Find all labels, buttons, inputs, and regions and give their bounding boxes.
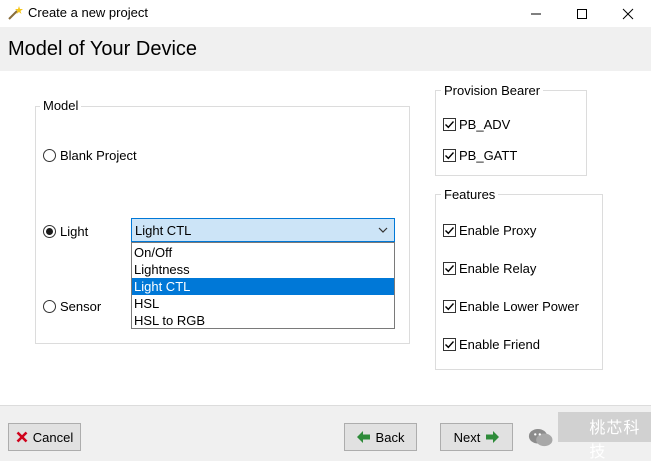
back-label: Back (375, 429, 405, 445)
checkmark-icon (445, 303, 455, 311)
checkmark-icon (445, 341, 455, 349)
maximize-button[interactable] (559, 0, 605, 27)
checkmark-icon (445, 227, 455, 235)
light-model-select[interactable]: Light CTL (131, 218, 395, 242)
checkbox-indicator (443, 118, 456, 131)
features-label: Features (441, 187, 499, 202)
radio-sensor[interactable]: Sensor (43, 299, 101, 314)
checkmark-icon (445, 152, 455, 160)
radio-indicator (43, 300, 56, 313)
chevron-down-icon (378, 227, 388, 233)
minimize-button[interactable] (513, 0, 559, 27)
magic-wand-icon (7, 5, 23, 21)
light-model-dropdown: On/Off Lightness Light CTL HSL HSL to RG… (131, 242, 395, 329)
page-header: Model of Your Device (0, 27, 651, 71)
radio-light[interactable]: Light (43, 224, 88, 239)
checkbox-label: Enable Relay (459, 261, 537, 276)
checkbox-indicator (443, 224, 456, 237)
checkbox-label: Enable Lower Power (459, 299, 579, 314)
checkbox-label: Enable Friend (459, 337, 540, 352)
checkbox-pb-gatt[interactable]: PB_GATT (443, 148, 517, 163)
dropdown-option[interactable]: HSL to RGB (132, 312, 394, 329)
checkbox-label: Enable Proxy (459, 223, 537, 238)
checkbox-indicator (443, 149, 456, 162)
radio-blank-project[interactable]: Blank Project (43, 148, 137, 163)
close-icon (622, 8, 634, 19)
checkbox-enable-friend[interactable]: Enable Friend (443, 337, 540, 352)
dropdown-option-selected[interactable]: Light CTL (132, 278, 394, 295)
next-label: Next (453, 429, 481, 445)
checkbox-indicator (443, 300, 456, 313)
radio-label: Light (60, 224, 89, 239)
checkbox-label: PB_ADV (459, 117, 511, 132)
checkbox-pb-adv[interactable]: PB_ADV (443, 117, 510, 132)
checkmark-icon (445, 121, 455, 129)
title-bar: Create a new project (0, 0, 651, 27)
checkmark-icon (445, 265, 455, 273)
dropdown-option[interactable]: Lightness (132, 261, 394, 278)
dropdown-option[interactable]: On/Off (132, 244, 394, 261)
back-button[interactable]: Back (344, 423, 417, 451)
next-button[interactable]: Next (440, 423, 513, 451)
checkbox-indicator (443, 338, 456, 351)
maximize-icon (577, 8, 587, 19)
minimize-icon (531, 13, 541, 14)
provision-bearer-label: Provision Bearer (441, 83, 544, 98)
radio-indicator (43, 149, 56, 162)
arrow-left-icon (356, 431, 370, 443)
checkbox-enable-lower-power[interactable]: Enable Lower Power (443, 299, 579, 314)
radio-indicator (43, 225, 56, 238)
cancel-label: Cancel (32, 429, 74, 445)
content-area: Model Blank Project Light Sensor Light C… (0, 71, 651, 405)
watermark: 桃芯科技 (528, 412, 651, 461)
select-value: Light CTL (135, 223, 192, 238)
watermark-text: 桃芯科技 (589, 420, 641, 461)
radio-label: Blank Project (60, 148, 137, 163)
dropdown-option[interactable]: HSL (132, 295, 394, 312)
provision-bearer-group (435, 90, 587, 176)
arrow-right-icon (486, 431, 500, 443)
wechat-icon (528, 428, 553, 447)
checkbox-indicator (443, 262, 456, 275)
cancel-button[interactable]: Cancel (8, 423, 81, 451)
checkbox-enable-proxy[interactable]: Enable Proxy (443, 223, 536, 238)
checkbox-label: PB_GATT (459, 148, 518, 163)
cancel-x-icon (16, 431, 28, 443)
close-button[interactable] (605, 0, 651, 27)
page-title: Model of Your Device (8, 38, 198, 60)
window-title: Create a new project (28, 5, 148, 20)
model-group-label: Model (40, 98, 82, 113)
checkbox-enable-relay[interactable]: Enable Relay (443, 261, 536, 276)
radio-label: Sensor (60, 299, 102, 314)
